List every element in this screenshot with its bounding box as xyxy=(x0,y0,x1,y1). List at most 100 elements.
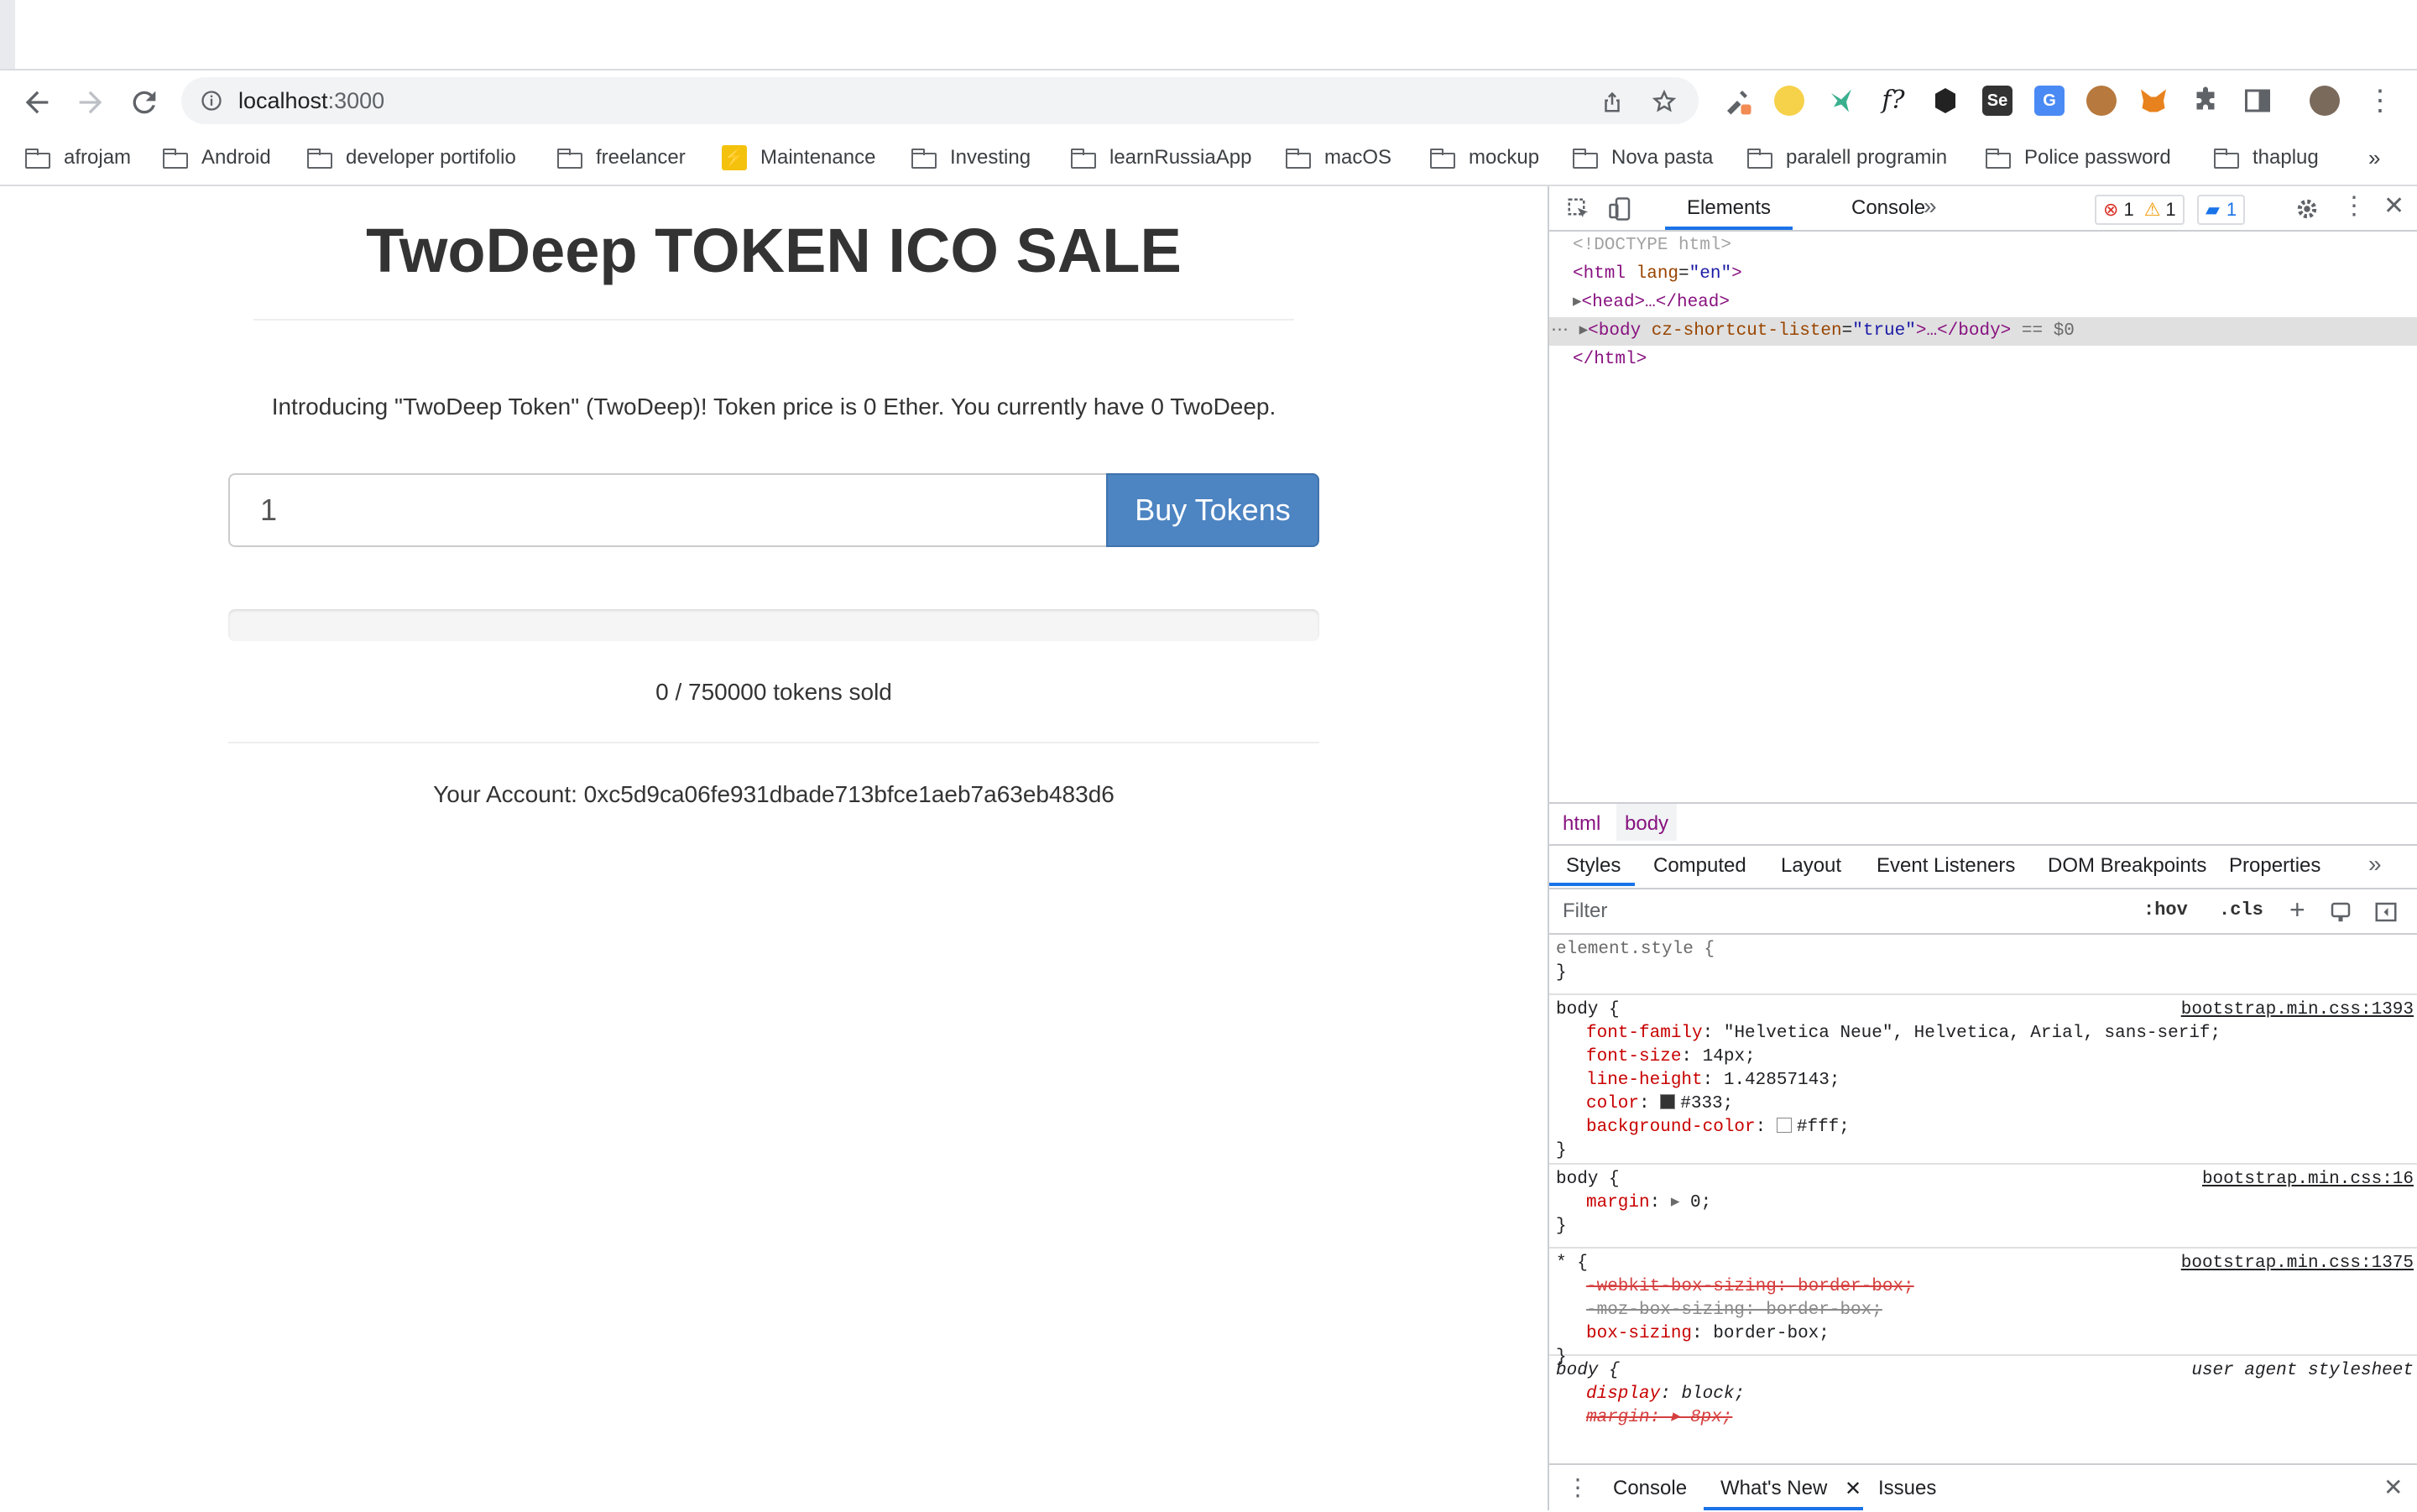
lingo-ext-icon[interactable] xyxy=(1774,86,1804,116)
google-translate-ext-icon[interactable]: G xyxy=(2034,86,2065,116)
account-address: Your Account: 0xc5d9ca06fe931dbade713bfc… xyxy=(433,781,1115,807)
hov-toggle[interactable]: :hov xyxy=(2143,899,2188,920)
toggle-sidebar-icon[interactable] xyxy=(2373,899,2399,925)
bookmark-learnrussiaapp[interactable]: learnRussiaApp xyxy=(1071,143,1251,173)
selenium-ext-icon[interactable]: Se xyxy=(1982,86,2012,116)
drawer-tab-issues[interactable]: Issues xyxy=(1878,1477,1936,1500)
drawer-menu-icon[interactable]: ⋮ xyxy=(1566,1473,1590,1501)
cube-ext-icon[interactable] xyxy=(1930,86,1960,116)
extensions-puzzle-icon[interactable] xyxy=(2190,86,2221,116)
html-node[interactable]: <html lang="en"> xyxy=(1573,260,1742,289)
tab-computed[interactable]: Computed xyxy=(1653,854,1746,878)
drawer-tab-console[interactable]: Console xyxy=(1613,1477,1687,1500)
settings-gear-icon[interactable] xyxy=(2294,196,2320,222)
metamask-fox-icon[interactable] xyxy=(2138,86,2169,116)
inspect-element-icon[interactable] xyxy=(1566,196,1591,222)
token-quantity-input[interactable]: 1 xyxy=(228,473,1106,547)
bookmark-star-icon[interactable] xyxy=(1652,89,1677,114)
drawer-tab-whats-new[interactable]: What's New xyxy=(1720,1477,1827,1500)
issues-counter[interactable]: ⊗ 1 ⚠ 1 xyxy=(2095,195,2185,225)
reload-icon[interactable] xyxy=(128,86,161,119)
more-style-tabs-icon[interactable]: » xyxy=(2368,851,2382,878)
paint-bucket-icon[interactable] xyxy=(2328,899,2353,925)
tab-properties[interactable]: Properties xyxy=(2229,854,2320,878)
bookmark-label: macOS xyxy=(1324,146,1392,169)
devtools-menu-icon[interactable]: ⋮ xyxy=(2341,191,2367,221)
bookmark-macos[interactable]: macOS xyxy=(1286,143,1391,173)
source-link[interactable]: bootstrap.min.css:1375 xyxy=(2181,1252,2414,1275)
bookmark-developer-portifolio[interactable]: developer portifolio xyxy=(307,143,516,173)
source-link[interactable]: bootstrap.min.css:1393 xyxy=(2181,998,2414,1022)
source-link[interactable]: bootstrap.min.css:16 xyxy=(2202,1168,2414,1191)
new-style-rule-icon[interactable]: + xyxy=(2289,894,2305,925)
bookmark-label: paralell programin xyxy=(1786,146,1948,169)
head-node[interactable]: ▸<head>…</head> xyxy=(1573,289,1730,317)
profile-avatar[interactable] xyxy=(2310,86,2340,116)
formula-ext-icon[interactable]: f? xyxy=(1878,86,1908,116)
bookmark-label: Android xyxy=(201,146,271,169)
breadcrumb: html body xyxy=(1549,802,2417,846)
info-icon[interactable] xyxy=(200,89,223,112)
tab-styles[interactable]: Styles xyxy=(1566,854,1621,878)
bookmark-label: freelancer xyxy=(596,146,686,169)
folder-icon xyxy=(25,149,50,169)
bookmark-label: Investing xyxy=(950,146,1031,169)
bookmark-investing[interactable]: Investing xyxy=(911,143,1031,173)
bookmark-label: developer portifolio xyxy=(346,146,516,169)
bookmarks-overflow-button[interactable]: » xyxy=(2368,143,2380,173)
page-title: TwoDeep TOKEN ICO SALE xyxy=(366,216,1182,285)
more-tabs-icon[interactable]: » xyxy=(1924,193,1937,220)
cls-toggle[interactable]: .cls xyxy=(2219,899,2263,920)
tab-layout[interactable]: Layout xyxy=(1781,854,1841,878)
cookie-ext-icon[interactable] xyxy=(2086,86,2117,116)
breadcrumb-body[interactable]: body xyxy=(1625,812,1668,836)
side-panel-icon[interactable] xyxy=(2242,86,2273,116)
styles-active-underline xyxy=(1549,883,1635,886)
error-count: 1 xyxy=(2123,199,2134,220)
breadcrumb-html[interactable]: html xyxy=(1563,812,1600,836)
address-bar[interactable]: localhost:3000 xyxy=(181,77,1699,124)
buy-tokens-button[interactable]: Buy Tokens xyxy=(1106,473,1319,547)
bookmark-android[interactable]: Android xyxy=(163,143,271,173)
bookmark-nova-pasta[interactable]: Nova pasta xyxy=(1573,143,1713,173)
tab-dom-breakpoints[interactable]: DOM Breakpoints xyxy=(2048,854,2206,878)
close-whats-new-icon[interactable]: ✕ xyxy=(1845,1477,1861,1501)
expand-triangle-icon: ▸ xyxy=(1573,293,1582,312)
browser-menu-icon[interactable]: ⋮ xyxy=(2365,86,2395,116)
tab-event-listeners[interactable]: Event Listeners xyxy=(1877,854,2015,878)
color-swatch[interactable] xyxy=(1660,1094,1676,1109)
html-close-node[interactable]: </html> xyxy=(1573,346,1647,374)
tab-console[interactable]: Console xyxy=(1851,196,1925,220)
styles-filter-row: Filter :hov .cls + xyxy=(1549,889,2417,935)
styles-tabbar: Styles Computed Layout Event Listeners D… xyxy=(1549,844,2417,889)
styles-filter-input[interactable]: Filter xyxy=(1563,899,1607,923)
color-swatch[interactable] xyxy=(1776,1118,1792,1133)
bookmark-maintenance[interactable]: ⚡ Maintenance xyxy=(722,143,875,173)
back-icon[interactable] xyxy=(20,86,54,119)
body-node[interactable]: ⋯ ▸<body cz-shortcut-listen="true">…</bo… xyxy=(1551,317,2075,346)
bookmark-freelancer[interactable]: freelancer xyxy=(557,143,686,173)
close-drawer-icon[interactable]: ✕ xyxy=(2383,1473,2403,1501)
doctype-node[interactable]: <!DOCTYPE html> xyxy=(1573,232,1731,260)
bookmark-label: Maintenance xyxy=(760,146,876,169)
color-picker-ext-icon[interactable] xyxy=(1722,86,1752,116)
share-icon[interactable] xyxy=(1600,89,1625,114)
device-toolbar-icon[interactable] xyxy=(1608,196,1633,222)
tab-elements[interactable]: Elements xyxy=(1687,196,1771,220)
error-icon: ⊗ xyxy=(2103,199,2119,220)
bookmark-paralell-programin[interactable]: paralell programin xyxy=(1747,143,1947,173)
bookmark-thaplug[interactable]: thaplug xyxy=(2214,143,2319,173)
forward-icon[interactable] xyxy=(74,86,107,119)
bookmark-police-password[interactable]: Police password xyxy=(1986,143,2171,173)
messages-counter[interactable]: ▰ 1 xyxy=(2197,195,2246,225)
hummingbird-ext-icon[interactable] xyxy=(1826,86,1856,116)
bookmark-label: Nova pasta xyxy=(1611,146,1714,169)
bookmark-label: Police password xyxy=(2024,146,2171,169)
tab-strip xyxy=(0,0,2417,70)
bookmark-mockup[interactable]: mockup xyxy=(1430,143,1539,173)
universal-selector-rule: * { bootstrap.min.css:1375 -webkit-box-s… xyxy=(1549,1249,2417,1367)
bookmark-label: thaplug xyxy=(2253,146,2319,169)
devtools-panel: Elements Console » ⊗ 1 ⚠ 1 ▰ 1 ⋮ ✕ <!DOCTYP… xyxy=(1548,186,2417,1512)
bookmark-afrojam[interactable]: afrojam xyxy=(25,143,131,173)
close-devtools-icon[interactable]: ✕ xyxy=(2383,191,2404,221)
